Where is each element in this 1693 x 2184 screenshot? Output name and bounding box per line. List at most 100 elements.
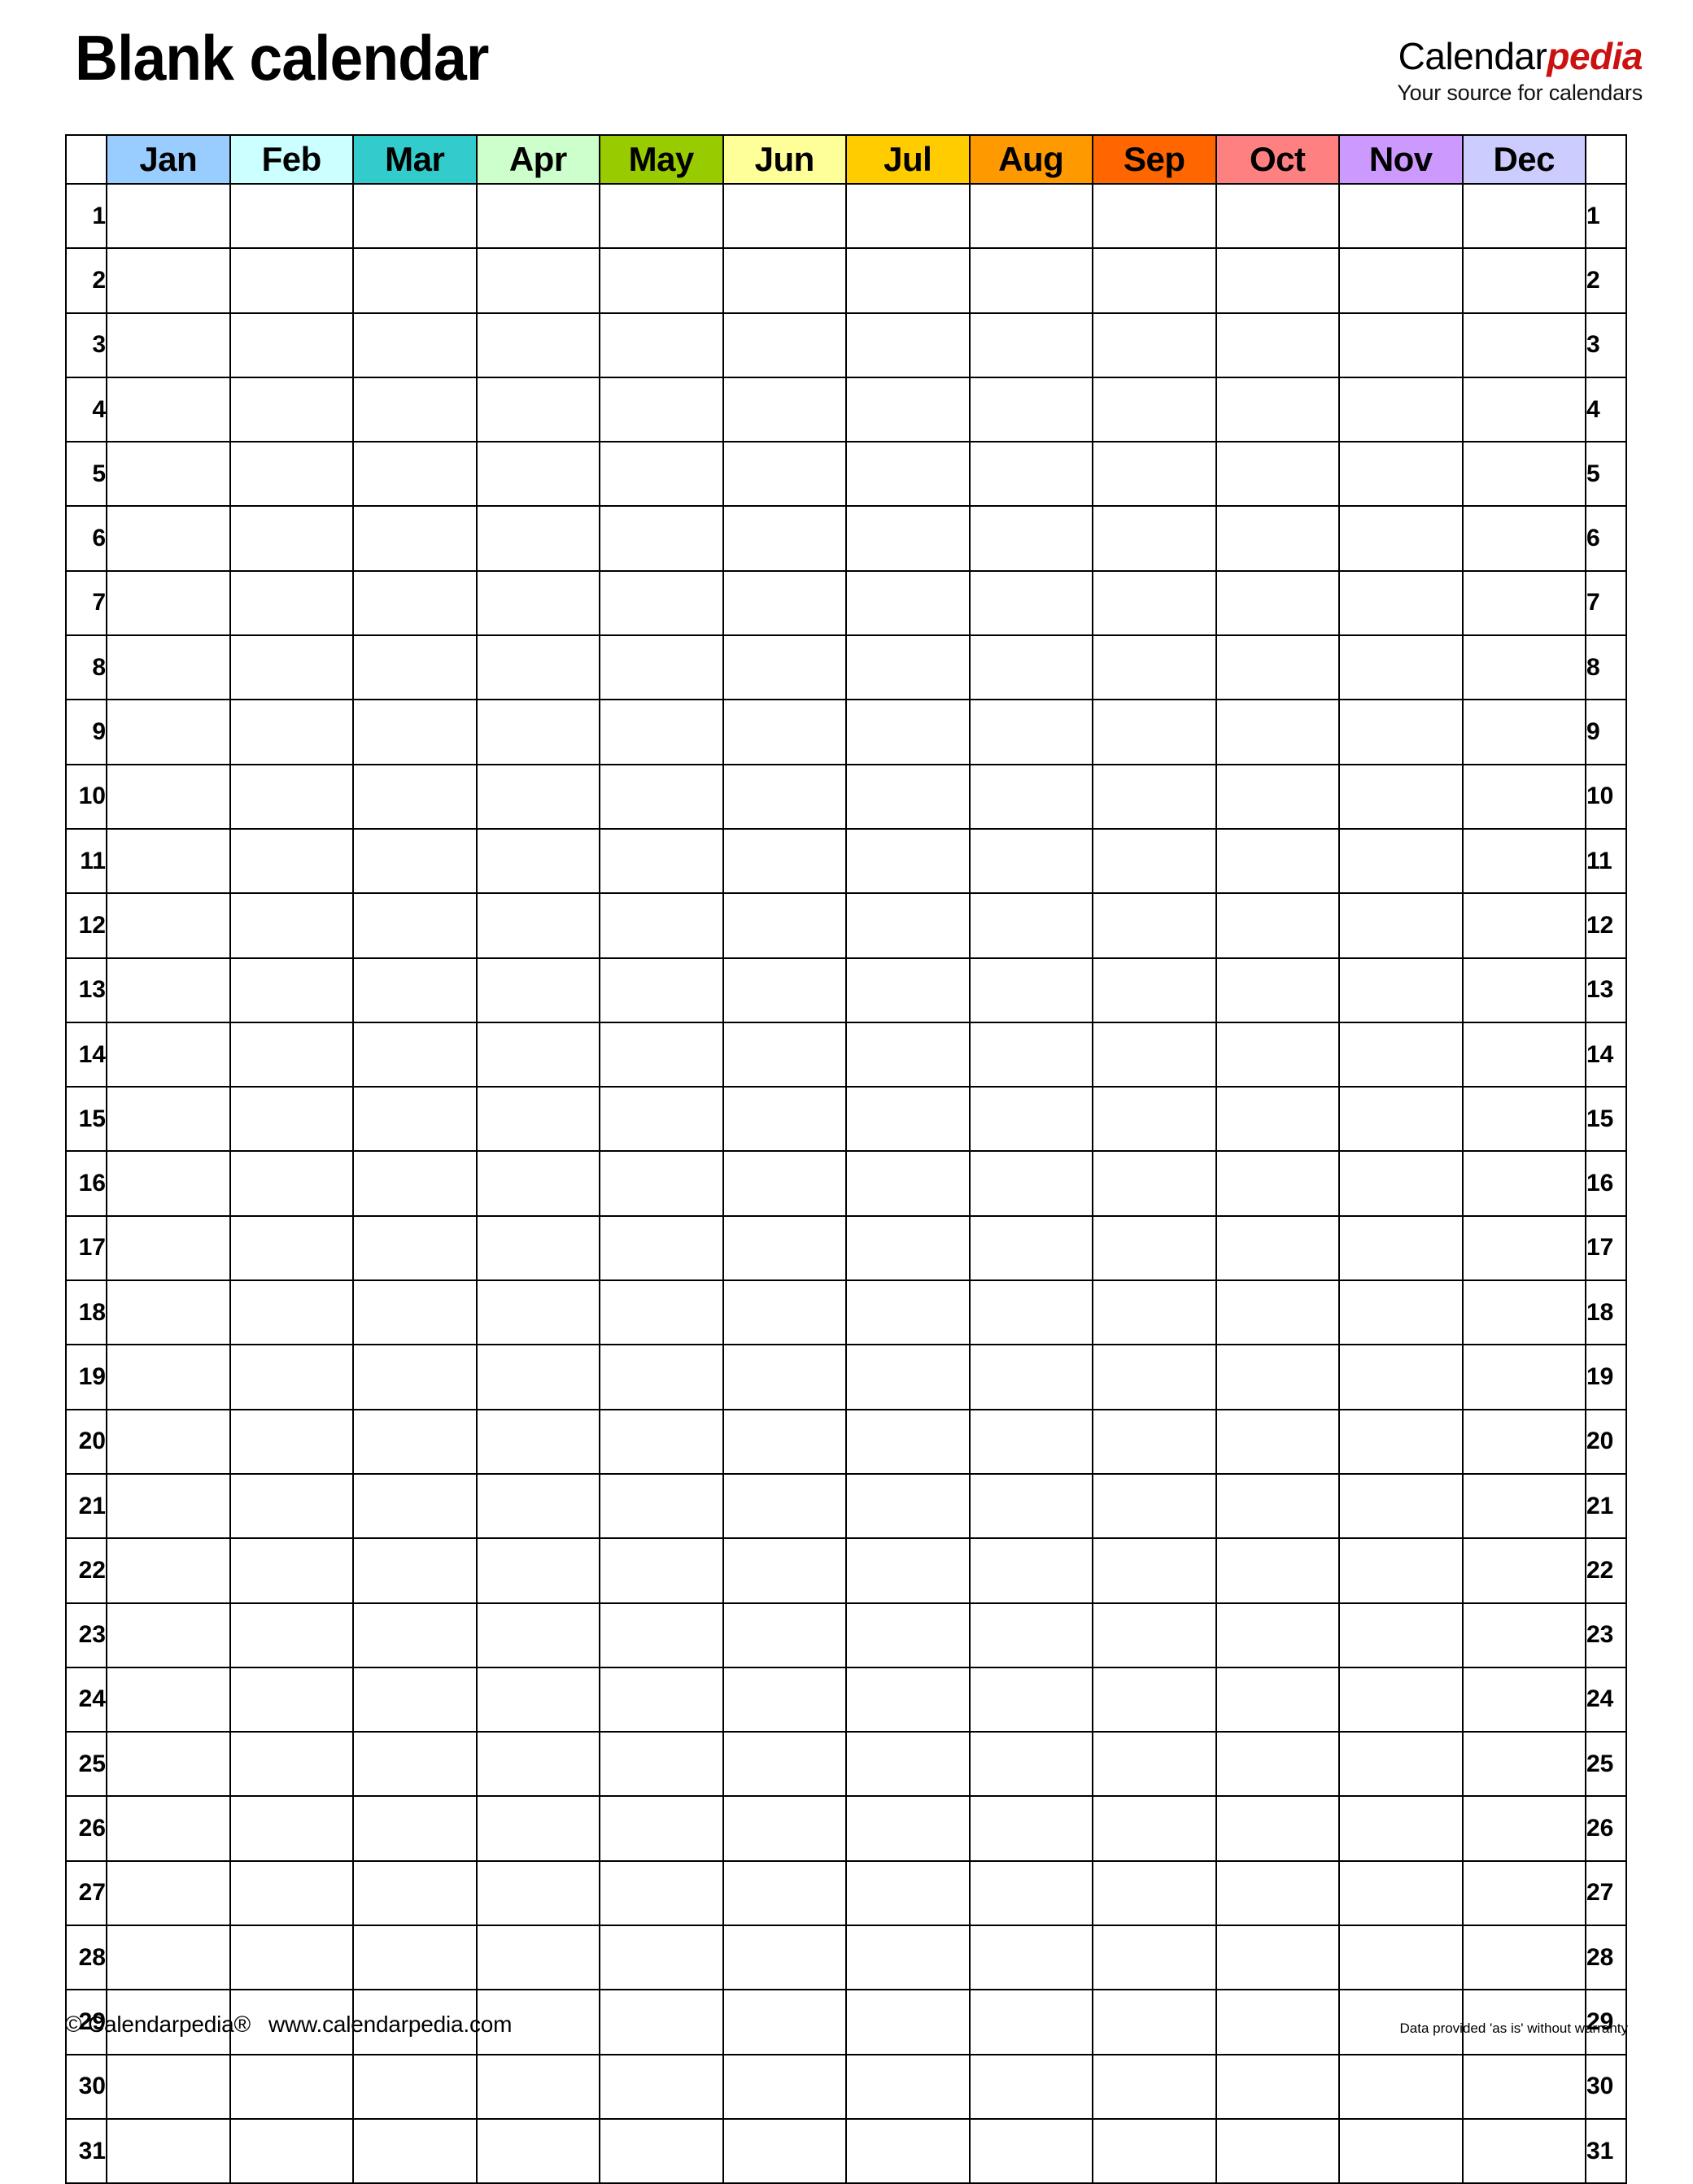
day-cell-apr-17[interactable]	[475, 1214, 600, 1282]
day-cell-nov-12[interactable]	[1338, 892, 1464, 959]
day-cell-oct-1[interactable]	[1215, 182, 1340, 250]
day-cell-jul-19[interactable]	[845, 1344, 971, 1410]
day-cell-jul-21[interactable]	[845, 1472, 971, 1540]
day-cell-may-9[interactable]	[599, 699, 724, 765]
day-cell-feb-25[interactable]	[229, 1731, 354, 1798]
day-cell-dec-3[interactable]	[1461, 312, 1586, 378]
day-cell-apr-16[interactable]	[475, 1150, 600, 1217]
day-cell-aug-26[interactable]	[968, 1795, 1093, 1862]
day-cell-may-19[interactable]	[599, 1344, 724, 1410]
day-cell-nov-4[interactable]	[1338, 376, 1464, 443]
day-cell-dec-20[interactable]	[1461, 1408, 1586, 1475]
day-cell-feb-15[interactable]	[229, 1086, 354, 1153]
day-cell-apr-18[interactable]	[475, 1279, 600, 1346]
day-cell-aug-29[interactable]	[968, 1989, 1093, 2055]
day-cell-jan-10[interactable]	[106, 763, 231, 830]
day-cell-apr-26[interactable]	[475, 1795, 600, 1862]
day-cell-feb-9[interactable]	[229, 699, 354, 765]
day-cell-oct-24[interactable]	[1215, 1666, 1340, 1733]
day-cell-jun-14[interactable]	[722, 1021, 847, 1088]
day-cell-apr-13[interactable]	[475, 957, 600, 1023]
month-header-jun[interactable]: Jun	[722, 134, 847, 185]
month-header-feb[interactable]: Feb	[229, 134, 354, 185]
day-cell-sep-18[interactable]	[1092, 1279, 1217, 1346]
day-cell-sep-1[interactable]	[1092, 182, 1217, 250]
day-cell-oct-4[interactable]	[1215, 376, 1340, 443]
day-cell-jul-22[interactable]	[845, 1537, 971, 1604]
day-cell-dec-9[interactable]	[1461, 699, 1586, 765]
day-cell-jan-2[interactable]	[106, 247, 231, 314]
day-cell-oct-19[interactable]	[1215, 1344, 1340, 1410]
day-cell-jan-1[interactable]	[106, 182, 231, 250]
day-cell-jan-15[interactable]	[106, 1086, 231, 1153]
day-cell-jan-17[interactable]	[106, 1214, 231, 1282]
day-cell-nov-25[interactable]	[1338, 1731, 1464, 1798]
day-cell-mar-13[interactable]	[352, 957, 478, 1023]
day-cell-jan-26[interactable]	[106, 1795, 231, 1862]
day-cell-may-12[interactable]	[599, 892, 724, 959]
day-cell-mar-1[interactable]	[352, 182, 478, 250]
month-header-aug[interactable]: Aug	[968, 134, 1093, 185]
day-cell-nov-22[interactable]	[1338, 1537, 1464, 1604]
day-cell-sep-12[interactable]	[1092, 892, 1217, 959]
day-cell-jan-30[interactable]	[106, 2053, 231, 2120]
day-cell-nov-28[interactable]	[1338, 1925, 1464, 1991]
day-cell-may-29[interactable]	[599, 1989, 724, 2055]
day-cell-apr-2[interactable]	[475, 247, 600, 314]
day-cell-may-7[interactable]	[599, 569, 724, 637]
day-cell-jun-29[interactable]	[722, 1989, 847, 2055]
day-cell-jul-5[interactable]	[845, 441, 971, 508]
day-cell-nov-1[interactable]	[1338, 182, 1464, 250]
day-cell-jun-19[interactable]	[722, 1344, 847, 1410]
day-cell-nov-20[interactable]	[1338, 1408, 1464, 1475]
day-cell-may-25[interactable]	[599, 1731, 724, 1798]
day-cell-dec-8[interactable]	[1461, 634, 1586, 701]
day-cell-mar-24[interactable]	[352, 1666, 478, 1733]
day-cell-dec-11[interactable]	[1461, 827, 1586, 895]
day-cell-mar-8[interactable]	[352, 634, 478, 701]
day-cell-oct-8[interactable]	[1215, 634, 1340, 701]
day-cell-sep-7[interactable]	[1092, 569, 1217, 637]
day-cell-apr-12[interactable]	[475, 892, 600, 959]
day-cell-aug-13[interactable]	[968, 957, 1093, 1023]
day-cell-nov-8[interactable]	[1338, 634, 1464, 701]
day-cell-oct-16[interactable]	[1215, 1150, 1340, 1217]
day-cell-jul-10[interactable]	[845, 763, 971, 830]
day-cell-may-27[interactable]	[599, 1859, 724, 1927]
day-cell-oct-21[interactable]	[1215, 1472, 1340, 1540]
day-cell-aug-14[interactable]	[968, 1021, 1093, 1088]
day-cell-jan-27[interactable]	[106, 1859, 231, 1927]
day-cell-dec-19[interactable]	[1461, 1344, 1586, 1410]
day-cell-jul-26[interactable]	[845, 1795, 971, 1862]
day-cell-may-24[interactable]	[599, 1666, 724, 1733]
day-cell-apr-22[interactable]	[475, 1537, 600, 1604]
day-cell-mar-27[interactable]	[352, 1859, 478, 1927]
day-cell-aug-5[interactable]	[968, 441, 1093, 508]
day-cell-jan-4[interactable]	[106, 376, 231, 443]
day-cell-jun-20[interactable]	[722, 1408, 847, 1475]
month-header-mar[interactable]: Mar	[352, 134, 478, 185]
day-cell-jan-31[interactable]	[106, 2117, 231, 2184]
day-cell-jun-28[interactable]	[722, 1925, 847, 1991]
day-cell-mar-2[interactable]	[352, 247, 478, 314]
day-cell-sep-26[interactable]	[1092, 1795, 1217, 1862]
day-cell-jul-18[interactable]	[845, 1279, 971, 1346]
day-cell-jun-10[interactable]	[722, 763, 847, 830]
day-cell-jun-8[interactable]	[722, 634, 847, 701]
day-cell-jul-30[interactable]	[845, 2053, 971, 2120]
day-cell-nov-17[interactable]	[1338, 1214, 1464, 1282]
day-cell-apr-19[interactable]	[475, 1344, 600, 1410]
day-cell-dec-31[interactable]	[1461, 2117, 1586, 2184]
day-cell-aug-22[interactable]	[968, 1537, 1093, 1604]
day-cell-apr-15[interactable]	[475, 1086, 600, 1153]
day-cell-mar-26[interactable]	[352, 1795, 478, 1862]
day-cell-jul-23[interactable]	[845, 1602, 971, 1668]
day-cell-jul-13[interactable]	[845, 957, 971, 1023]
day-cell-jun-3[interactable]	[722, 312, 847, 378]
day-cell-feb-8[interactable]	[229, 634, 354, 701]
day-cell-oct-26[interactable]	[1215, 1795, 1340, 1862]
day-cell-may-17[interactable]	[599, 1214, 724, 1282]
day-cell-feb-11[interactable]	[229, 827, 354, 895]
day-cell-jun-24[interactable]	[722, 1666, 847, 1733]
day-cell-apr-7[interactable]	[475, 569, 600, 637]
